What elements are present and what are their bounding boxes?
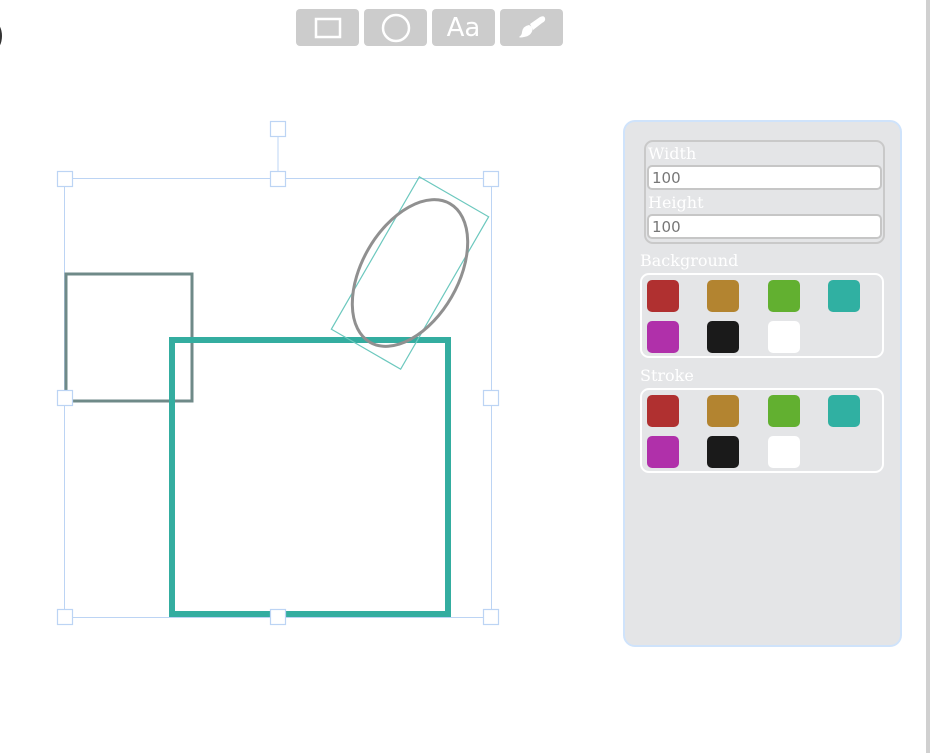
resize-handle-right[interactable] <box>482 389 500 407</box>
resize-handle-bottom-left[interactable] <box>56 608 74 626</box>
teal-square-shape[interactable] <box>169 337 451 617</box>
height-label: Height <box>648 193 704 212</box>
resize-handle-top-right[interactable] <box>482 170 500 188</box>
background-label: Background <box>640 251 739 270</box>
background-swatch-black[interactable] <box>707 321 739 353</box>
rotate-handle[interactable] <box>269 120 287 138</box>
background-swatch-white[interactable] <box>768 321 800 353</box>
background-swatch-teal[interactable] <box>828 280 860 312</box>
background-swatch-magenta[interactable] <box>647 321 679 353</box>
resize-handle-top[interactable] <box>269 170 287 188</box>
background-swatch-ochre[interactable] <box>707 280 739 312</box>
resize-handle-top-left[interactable] <box>56 170 74 188</box>
stroke-swatch-white[interactable] <box>768 436 800 468</box>
height-input[interactable] <box>647 214 882 239</box>
background-swatch-green[interactable] <box>768 280 800 312</box>
stroke-swatch-teal[interactable] <box>828 395 860 427</box>
stroke-label: Stroke <box>640 366 694 385</box>
resize-handle-bottom-right[interactable] <box>482 608 500 626</box>
stroke-swatch-green[interactable] <box>768 395 800 427</box>
drawing-canvas[interactable] <box>0 0 620 753</box>
background-swatch-red[interactable] <box>647 280 679 312</box>
properties-panel: Width Height Background Stroke <box>623 120 902 647</box>
window-edge <box>926 0 930 753</box>
stroke-swatch-ochre[interactable] <box>707 395 739 427</box>
dimensions-group: Width Height <box>644 140 885 244</box>
resize-handle-left[interactable] <box>56 389 74 407</box>
stroke-swatches <box>640 388 884 473</box>
resize-handle-bottom[interactable] <box>269 608 287 626</box>
selection-box <box>64 178 492 618</box>
stroke-swatch-black[interactable] <box>707 436 739 468</box>
width-label: Width <box>648 144 697 163</box>
width-input[interactable] <box>647 165 882 190</box>
background-swatches <box>640 273 884 358</box>
stroke-swatch-red[interactable] <box>647 395 679 427</box>
stroke-swatch-magenta[interactable] <box>647 436 679 468</box>
